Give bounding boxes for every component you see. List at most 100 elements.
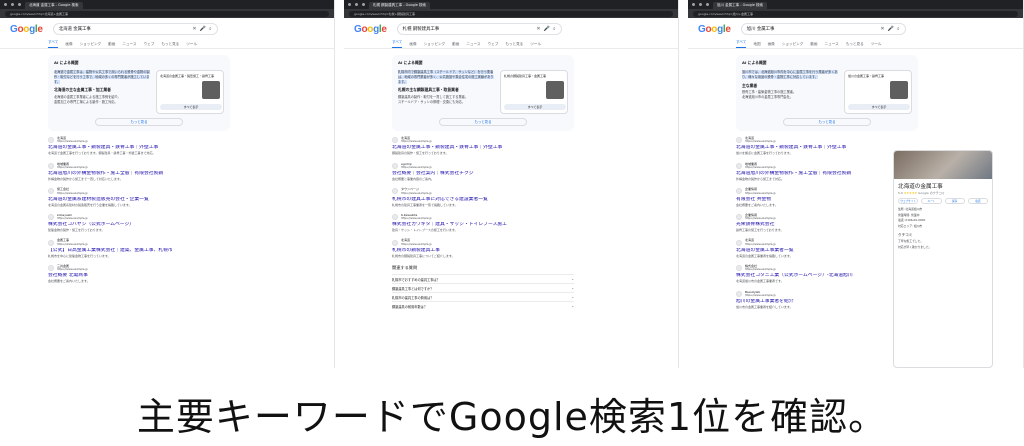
ai-overview-title: AI による概要	[398, 60, 423, 65]
source-url: https://www.example.jp	[401, 242, 432, 246]
search-tab[interactable]: すべて	[392, 40, 403, 48]
logo-letter: e	[381, 23, 387, 35]
result-source[interactable]: kobayashi https://www.example.jp	[48, 213, 230, 221]
search-icon[interactable]: ⌕	[209, 26, 212, 32]
window-control-icon[interactable]	[348, 3, 351, 6]
show-all-button[interactable]: すべて表示	[160, 104, 222, 110]
result-source[interactable]: 北海道 https://www.example.jp	[392, 136, 574, 143]
search-tab[interactable]: 動画	[810, 42, 817, 47]
paa-question[interactable]: 鋼製建具の耐用年数は？ ⌄	[392, 301, 574, 310]
search-screenshot: 旭川 金属工事 - Google 検索 google.com/search?q=旭…	[688, 0, 1024, 368]
show-all-button[interactable]: すべて表示	[504, 104, 566, 110]
mic-icon[interactable]: 🎤	[200, 26, 206, 32]
business-photo[interactable]	[894, 151, 992, 179]
url-field[interactable]: google.com/search?q=旭川+金属工事	[693, 10, 1018, 17]
browser-tab[interactable]: 北海道 金属工事 - Google 検索	[25, 2, 83, 9]
search-input[interactable]: 札幌 鋼製建具工事 ✕ 🎤 ⌕	[396, 23, 562, 35]
result-source[interactable]: 北海道 https://www.example.jp	[48, 136, 230, 143]
url-field[interactable]: google.com/search?q=札幌+鋼製建具工事	[349, 10, 673, 17]
search-tab[interactable]: ツール	[186, 42, 197, 47]
search-input[interactable]: 旭川 金属工事 ✕ 🎤 ⌕	[740, 23, 906, 35]
result-source[interactable]: 北海道 https://www.example.jp	[392, 239, 574, 246]
window-control-icon[interactable]	[4, 3, 7, 6]
search-tab[interactable]: ツール	[530, 42, 541, 47]
search-tab[interactable]: 画像	[65, 42, 72, 47]
url-field[interactable]: google.com/search?q=北海道+金属工事	[5, 10, 329, 17]
window-control-icon[interactable]	[355, 3, 358, 6]
result-source[interactable]: 北海道 https://www.example.jp	[736, 136, 918, 143]
result-source[interactable]: 北海道 https://www.example.jp	[736, 239, 918, 246]
search-tab[interactable]: ショッピング	[424, 42, 446, 47]
search-tab[interactable]: ショッピング	[782, 42, 804, 47]
search-result: 地域業者 https://www.example.jp 北海道旭川の外構金物製作・施…	[736, 162, 918, 182]
mic-icon[interactable]: 🎤	[888, 26, 894, 32]
panel-action-button[interactable]: 電話	[967, 198, 988, 204]
window-control-icon[interactable]	[692, 3, 695, 6]
search-tab[interactable]: 画像	[768, 42, 775, 47]
search-input[interactable]: 北海道 金属工事 ✕ 🎤 ⌕	[52, 23, 218, 35]
google-logo[interactable]: Google	[698, 24, 731, 35]
paa-question[interactable]: 札幌市の建具工事の費用は？ ⌄	[392, 292, 574, 301]
search-tab[interactable]: ウェブ	[144, 42, 155, 47]
show-more-button[interactable]: もっと見る	[95, 118, 183, 126]
result-source[interactable]: egotrip https://www.example.jp	[392, 162, 574, 169]
search-tab[interactable]: 画像	[409, 42, 416, 47]
search-tab[interactable]: 地図	[753, 42, 760, 47]
panel-action-button[interactable]: ルート	[921, 198, 942, 204]
result-source[interactable]: 地域業者 https://www.example.jp	[736, 162, 918, 169]
window-control-icon[interactable]	[699, 3, 702, 6]
search-tab[interactable]: もっと見る	[161, 42, 179, 47]
panel-action-button[interactable]: 保存	[944, 198, 965, 204]
source-text: タウンページ https://www.example.jp	[401, 187, 432, 194]
search-tab[interactable]: 動画	[452, 42, 459, 47]
result-source[interactable]: 株式会社 https://www.example.jp	[736, 264, 918, 271]
browser-tab[interactable]: 札幌 鋼製建具工事 - Google 検索	[369, 2, 431, 9]
favicon-icon	[48, 214, 54, 221]
google-logo[interactable]: Google	[354, 24, 387, 35]
result-source[interactable]: タウンページ https://www.example.jp	[392, 187, 574, 195]
result-source[interactable]: 企業情報 https://www.example.jp	[736, 187, 918, 195]
search-tab[interactable]: ニュース	[122, 42, 136, 47]
result-source[interactable]: 施工会社 https://www.example.jp	[48, 187, 230, 195]
result-source[interactable]: 地域業者 https://www.example.jp	[48, 162, 230, 169]
clear-icon[interactable]: ✕	[880, 26, 884, 32]
panel-action-button[interactable]: ウェブサイト	[898, 198, 919, 204]
ai-source-card[interactable]: 旭川の金属工事・鉄骨工事 すべて表示	[844, 70, 912, 114]
search-tab[interactable]: もっと見る	[505, 42, 523, 47]
search-icon[interactable]: ⌕	[897, 26, 900, 32]
show-all-button[interactable]: すべて表示	[848, 104, 910, 110]
search-tab[interactable]: もっと見る	[846, 42, 864, 47]
window-control-icon[interactable]	[362, 3, 365, 6]
search-tab[interactable]: ショッピング	[80, 42, 102, 47]
result-source[interactable]: Beautylab https://www.example.jp	[736, 290, 918, 297]
search-tab[interactable]: ツール	[871, 42, 882, 47]
search-tab[interactable]: ニュース	[466, 42, 480, 47]
browser-tab[interactable]: 旭川 金属工事 - Google 検索	[713, 2, 768, 9]
window-control-icon[interactable]	[706, 3, 709, 6]
search-icon[interactable]: ⌕	[553, 26, 556, 32]
clear-icon[interactable]: ✕	[536, 26, 540, 32]
search-tab[interactable]: ウェブ	[488, 42, 499, 47]
search-tab[interactable]: すべて	[48, 40, 59, 48]
show-more-button[interactable]: もっと見る	[783, 118, 871, 126]
result-source[interactable]: 三共金属 https://www.example.jp	[48, 264, 230, 271]
search-tab[interactable]: すべて	[736, 40, 747, 48]
reviews-link[interactable]: Google のクチコミ	[918, 191, 945, 195]
show-more-button[interactable]: もっと見る	[439, 118, 527, 126]
clear-icon[interactable]: ✕	[192, 26, 196, 32]
result-source[interactable]: 企業情報 https://www.example.jp	[736, 213, 918, 220]
paa-question[interactable]: 鋼製建具工事とは何ですか？ ⌄	[392, 283, 574, 292]
search-tab[interactable]: 動画	[108, 42, 115, 47]
search-query: 札幌 鋼製建具工事	[402, 27, 440, 32]
paa-question[interactable]: 札幌市でおすすめの建具工事は？ ⌄	[392, 274, 574, 283]
ai-source-card[interactable]: 札幌の鋼製建具工事・金属工事 すべて表示	[500, 70, 568, 114]
search-tab[interactable]: ニュース	[825, 42, 839, 47]
source-url: https://www.example.jp	[745, 191, 776, 195]
window-control-icon[interactable]	[11, 3, 14, 6]
result-source[interactable]: K-Kawakita https://www.example.jp	[392, 213, 574, 220]
ai-source-card[interactable]: 北海道の金属工事・製缶施工・鉄骨工事 すべて表示	[156, 70, 224, 114]
mic-icon[interactable]: 🎤	[544, 26, 550, 32]
google-logo[interactable]: Google	[10, 24, 43, 35]
result-source[interactable]: 金属工事 https://www.example.jp	[48, 239, 230, 246]
window-control-icon[interactable]	[18, 3, 21, 6]
